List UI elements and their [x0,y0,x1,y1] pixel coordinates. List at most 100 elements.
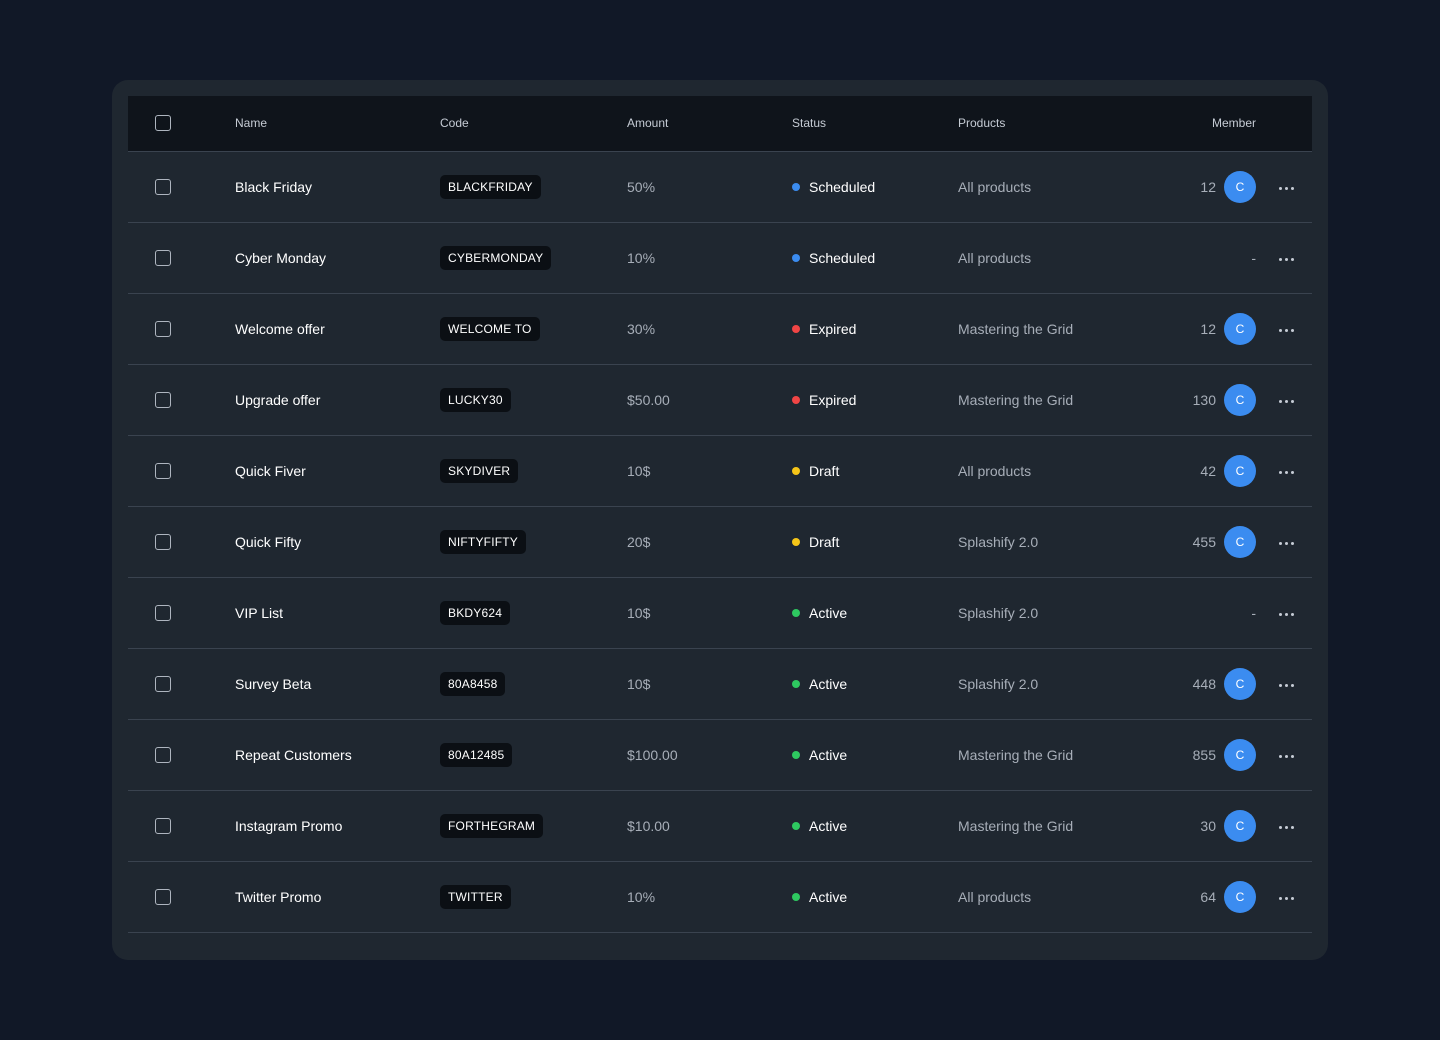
row-checkbox[interactable] [155,533,171,550]
status-label: Active [809,605,848,621]
code-badge: BKDY624 [440,600,511,625]
table-row[interactable]: VIP List BKDY624 10$ Active Splashify 2.… [128,577,1312,648]
row-status-cell: Active [792,861,958,932]
avatar[interactable]: C [1224,525,1256,558]
member-group: 12 C [1200,170,1256,203]
status-badge: Draft [792,463,839,479]
more-options-icon[interactable] [1279,394,1294,409]
more-options-icon[interactable] [1279,749,1294,764]
row-checkbox[interactable] [155,746,171,763]
member-count: 855 [1192,746,1216,763]
row-status-cell: Draft [792,506,958,577]
status-label: Active [809,676,848,692]
avatar[interactable]: C [1224,170,1256,203]
avatar[interactable]: C [1224,809,1256,842]
row-status-cell: Active [792,790,958,861]
row-amount: 10% [627,888,656,905]
row-name: Twitter Promo [235,888,322,905]
row-amount: 10$ [627,675,651,692]
status-badge: Draft [792,534,839,550]
more-options-icon[interactable] [1279,465,1294,480]
row-status-cell: Scheduled [792,222,958,293]
row-member-cell: 42 C [1114,435,1256,506]
member-group: 30 C [1200,809,1256,842]
more-options-icon[interactable] [1279,891,1294,906]
status-dot-icon [792,751,800,759]
row-checkbox[interactable] [155,604,171,621]
avatar[interactable]: C [1224,880,1256,913]
row-name: Quick Fiver [235,462,306,479]
row-name: Quick Fifty [235,533,302,550]
row-code-cell: SKYDIVER [440,435,627,506]
row-name: Cyber Monday [235,249,327,266]
table-row[interactable]: Repeat Customers 80A12485 $100.00 Active… [128,719,1312,790]
status-label: Expired [809,392,857,408]
avatar[interactable]: C [1224,454,1256,487]
row-amount: 30% [627,320,656,337]
header-name[interactable]: Name [235,96,440,152]
avatar[interactable]: C [1224,667,1256,700]
row-amount: $50.00 [627,391,670,408]
status-badge: Active [792,676,847,692]
header-checkbox-cell [128,96,235,152]
table-row[interactable]: Twitter Promo TWITTER 10% Active All pro… [128,861,1312,932]
more-options-icon[interactable] [1279,323,1294,338]
row-checkbox[interactable] [155,817,171,834]
header-code[interactable]: Code [440,96,627,152]
header-member[interactable]: Member [1114,96,1256,152]
row-checkbox[interactable] [155,888,171,905]
row-checkbox[interactable] [155,462,171,479]
header-status[interactable]: Status [792,96,958,152]
table-row[interactable]: Upgrade offer LUCKY30 $50.00 Expired Mas… [128,364,1312,435]
table-body: Black Friday BLACKFRIDAY 50% Scheduled A… [128,151,1312,932]
row-checkbox-cell [128,719,235,790]
member-group: - [1251,250,1256,266]
row-code-cell: 80A8458 [440,648,627,719]
row-code-cell: BKDY624 [440,577,627,648]
row-name: Instagram Promo [235,817,343,834]
table-row[interactable]: Quick Fifty NIFTYFIFTY 20$ Draft Splashi… [128,506,1312,577]
row-checkbox[interactable] [155,675,171,692]
code-badge: BLACKFRIDAY [440,174,541,199]
status-dot-icon [792,822,800,830]
status-dot-icon [792,396,800,404]
member-count: 64 [1200,888,1216,905]
member-count: - [1251,249,1256,266]
member-count: 455 [1192,533,1216,550]
avatar[interactable]: C [1224,738,1256,771]
table-row[interactable]: Cyber Monday CYBERMONDAY 10% Scheduled A… [128,222,1312,293]
row-checkbox[interactable] [155,320,171,337]
row-member-cell: - [1114,222,1256,293]
member-group: 448 C [1193,667,1256,700]
code-badge: SKYDIVER [440,458,519,483]
member-group: 455 C [1192,525,1256,558]
row-checkbox[interactable] [155,391,171,408]
header-products[interactable]: Products [958,96,1114,152]
more-options-icon[interactable] [1279,678,1294,693]
code-badge: LUCKY30 [440,387,511,412]
row-member-cell: 455 C [1114,506,1256,577]
table-row[interactable]: Quick Fiver SKYDIVER 10$ Draft All produ… [128,435,1312,506]
row-actions-cell [1256,719,1312,790]
row-checkbox[interactable] [155,249,171,266]
row-member-cell: 30 C [1114,790,1256,861]
table-row[interactable]: Black Friday BLACKFRIDAY 50% Scheduled A… [128,151,1312,222]
more-options-icon[interactable] [1279,820,1294,835]
header-amount[interactable]: Amount [627,96,792,152]
row-checkbox-cell [128,151,235,222]
avatar[interactable]: C [1224,312,1256,345]
status-badge: Scheduled [792,250,875,266]
table-row[interactable]: Survey Beta 80A8458 10$ Active Splashify… [128,648,1312,719]
more-options-icon[interactable] [1279,607,1294,622]
row-products: Mastering the Grid [958,391,1074,408]
more-options-icon[interactable] [1279,181,1294,196]
more-options-icon[interactable] [1279,252,1294,267]
row-member-cell: 12 C [1114,293,1256,364]
more-options-icon[interactable] [1279,536,1294,551]
select-all-checkbox[interactable] [155,115,171,132]
avatar[interactable]: C [1224,383,1256,416]
row-actions-cell [1256,577,1312,648]
table-row[interactable]: Welcome offer WELCOME TO 30% Expired Mas… [128,293,1312,364]
row-checkbox[interactable] [155,178,171,195]
table-row[interactable]: Instagram Promo FORTHEGRAM $10.00 Active… [128,790,1312,861]
